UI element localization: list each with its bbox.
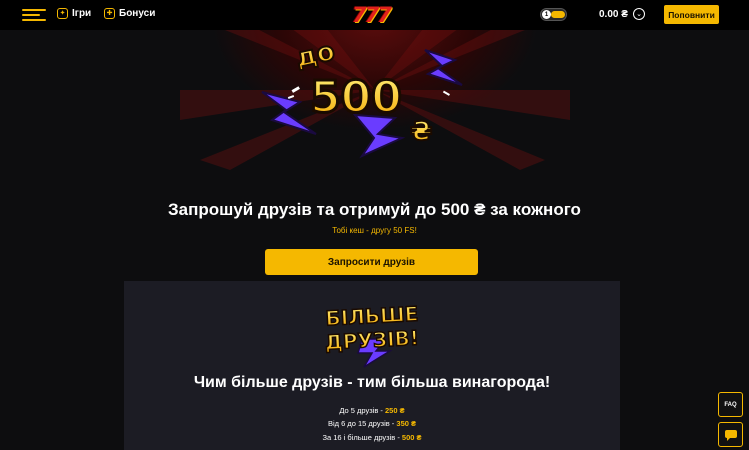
faq-label: FAQ <box>724 401 737 408</box>
chat-icon <box>724 429 737 441</box>
hero-banner: до 500 ₴ <box>0 30 749 280</box>
logo-line2: ДРУЗІВ! <box>324 326 419 355</box>
tier-value: 350 ₴ <box>396 419 417 428</box>
tier-label: До 5 друзів - <box>339 406 386 415</box>
invite-friends-button[interactable]: Запросити друзів <box>265 249 478 275</box>
badge-currency: ₴ <box>410 117 432 147</box>
badge-amount: 500 <box>310 72 402 123</box>
nav-games-label: Ігри <box>72 8 92 19</box>
chat-button[interactable] <box>718 422 743 447</box>
top-header: ✦ Ігри ✚ Бонуси 777 1 0.00 ₴ ⌄ Поповнити <box>0 0 749 30</box>
menu-icon[interactable] <box>22 9 46 21</box>
tier-label: За 16 і більше друзів - <box>322 433 402 442</box>
faq-button[interactable]: FAQ <box>718 392 743 417</box>
hero-section: до 500 ₴ Запрошуй друзів та отримуй до 5… <box>0 30 749 280</box>
more-friends-logo: БІЛЬШЕ ДРУЗІВ! <box>324 301 420 368</box>
toggle-knob: 1 <box>542 10 551 19</box>
tier-row: До 5 друзів - 250 ₴ <box>124 406 620 415</box>
nav-bonuses-label: Бонуси <box>119 8 156 19</box>
deposit-button[interactable]: Поповнити <box>664 5 719 24</box>
tier-row: За 16 і більше друзів - 500 ₴ <box>124 433 620 442</box>
chevron-down-icon[interactable]: ⌄ <box>633 8 645 20</box>
site-logo[interactable]: 777 <box>352 3 392 27</box>
games-icon: ✦ <box>57 8 68 19</box>
tier-value: 500 ₴ <box>401 433 422 442</box>
balance-amount[interactable]: 0.00 ₴ <box>599 9 628 20</box>
card-title: Чим більше друзів - тим більша винагород… <box>193 374 551 391</box>
tier-row: Від 6 до 15 друзів - 350 ₴ <box>124 419 620 428</box>
mode-toggle[interactable]: 1 <box>540 8 567 21</box>
bonuses-icon: ✚ <box>104 8 115 19</box>
tier-label: Від 6 до 15 друзів - <box>327 419 397 428</box>
hero-title: Запрошуй друзів та отримуй до 500 ₴ за к… <box>168 200 581 219</box>
tier-value: 250 ₴ <box>385 406 405 415</box>
hero-subtitle: Тобі кеш - другу 50 FS! <box>332 226 417 235</box>
nav-games[interactable]: ✦ Ігри <box>57 8 91 19</box>
nav-bonuses[interactable]: ✚ Бонуси <box>104 8 155 19</box>
referral-tiers-card: БІЛЬШЕ ДРУЗІВ! Чим більше друзів - тим б… <box>124 281 620 450</box>
